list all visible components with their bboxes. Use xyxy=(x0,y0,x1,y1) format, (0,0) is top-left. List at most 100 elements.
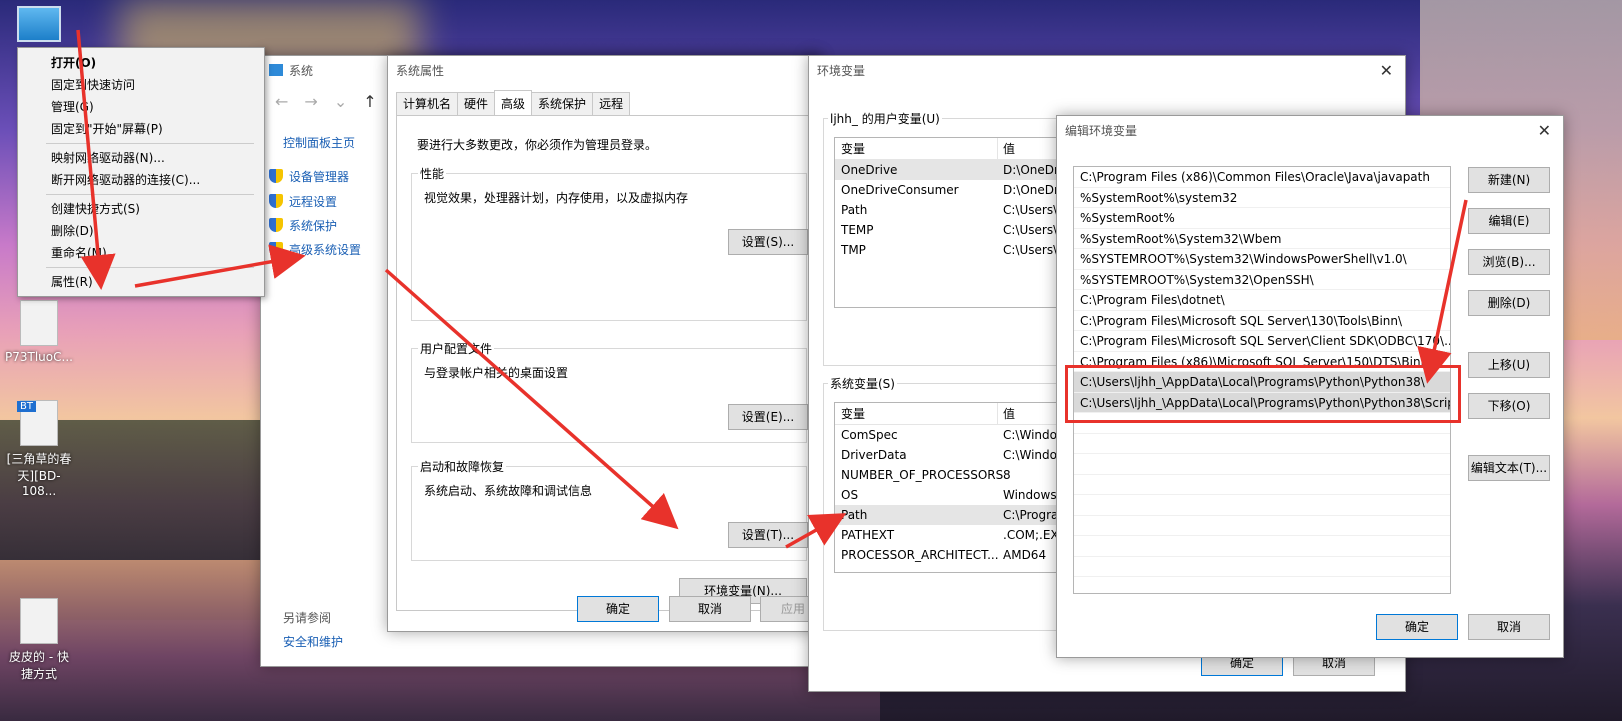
edit-text-button[interactable]: 编辑文本(T)... xyxy=(1468,455,1550,481)
variable-row[interactable]: ComSpec C:\Windo xyxy=(835,425,1063,445)
context-menu-item[interactable]: 删除(D) xyxy=(18,220,264,242)
path-entry-empty[interactable] xyxy=(1074,516,1450,536)
path-entry-empty[interactable] xyxy=(1074,577,1450,593)
desktop-shortcut-icon[interactable]: 皮皮的 - 快捷方式 xyxy=(4,598,74,682)
delete-entry-button[interactable]: 删除(D) xyxy=(1468,290,1550,316)
variable-row[interactable]: OS Windows_ xyxy=(835,485,1063,505)
user-profile-settings-button[interactable]: 设置(E)... xyxy=(728,404,808,430)
move-down-button[interactable]: 下移(O) xyxy=(1468,393,1550,419)
context-menu-item[interactable]: 属性(R) xyxy=(18,271,264,293)
path-entry-empty[interactable] xyxy=(1074,454,1450,475)
shield-icon xyxy=(269,218,283,232)
edit-ok-button[interactable]: 确定 xyxy=(1376,614,1458,640)
system-protection-link[interactable]: 系统保护 xyxy=(269,217,337,234)
desktop-file-icon[interactable]: P73TluoC... xyxy=(4,300,74,364)
system-properties-cancel-button[interactable]: 取消 xyxy=(669,596,751,622)
variable-row[interactable]: OneDriveConsumer D:\OneDr xyxy=(835,180,1063,200)
path-entry[interactable]: %SYSTEMROOT%\System32\OpenSSH\ xyxy=(1074,270,1450,290)
variable-name: DriverData xyxy=(841,448,907,462)
context-menu-item[interactable]: 断开网络驱动器的连接(C)... xyxy=(18,169,264,191)
tab-system-protection[interactable]: 系统保护 xyxy=(531,92,594,116)
browse-button[interactable]: 浏览(B)... xyxy=(1468,249,1550,275)
column-value[interactable]: 值 xyxy=(1003,138,1015,160)
admin-note: 要进行大多数更改，你必须作为管理员登录。 xyxy=(417,138,658,152)
context-menu-item[interactable]: 固定到快速访问 xyxy=(18,74,264,96)
tab-remote[interactable]: 远程 xyxy=(592,92,631,116)
security-maintenance-link[interactable]: 安全和维护 xyxy=(283,633,343,650)
path-entry[interactable]: %SYSTEMROOT%\System32\WindowsPowerShell\… xyxy=(1074,249,1450,270)
system-properties-ok-button[interactable]: 确定 xyxy=(577,596,659,622)
edit-cancel-button[interactable]: 取消 xyxy=(1468,614,1550,640)
performance-desc: 视觉效果，处理器计划，内存使用，以及虚拟内存 xyxy=(424,191,689,205)
path-entry[interactable]: C:\Program Files\dotnet\ xyxy=(1074,290,1450,311)
path-entry-empty[interactable] xyxy=(1074,434,1450,454)
tab-hardware[interactable]: 硬件 xyxy=(457,92,496,116)
remote-settings-link[interactable]: 远程设置 xyxy=(269,193,337,210)
environment-variables-title: 环境变量 xyxy=(817,64,866,78)
tab-strip: 计算机名 硬件 高级 系统保护 远程 xyxy=(396,90,631,116)
variable-name: NUMBER_OF_PROCESSORS xyxy=(841,468,1004,482)
variable-row[interactable]: OneDrive D:\OneDr xyxy=(835,160,1063,180)
desktop-torrent-icon[interactable]: BT [三角草的春天][BD-108... xyxy=(4,400,74,498)
close-icon[interactable]: ✕ xyxy=(1538,116,1551,146)
path-entry-empty[interactable] xyxy=(1074,536,1450,557)
path-entry[interactable]: %SystemRoot%\system32 xyxy=(1074,188,1450,208)
performance-settings-button[interactable]: 设置(S)... xyxy=(728,229,808,255)
highlight-box xyxy=(1065,365,1461,423)
environment-variables-titlebar: 环境变量 ✕ xyxy=(809,56,1405,86)
variable-row[interactable]: TMP C:\Users\ xyxy=(835,240,1063,260)
new-entry-button[interactable]: 新建(N) xyxy=(1468,167,1550,193)
variable-row[interactable]: Path C:\Users\ xyxy=(835,200,1063,220)
user-variables-list[interactable]: 变量 值 OneDrive D:\OneDr OneDriveConsumer D:\… xyxy=(834,137,1064,308)
path-entry-empty[interactable] xyxy=(1074,557,1450,577)
tab-advanced[interactable]: 高级 xyxy=(494,90,533,115)
nav-arrows[interactable]: ←→⌄↑ xyxy=(275,92,393,111)
path-entry[interactable]: C:\Program Files\Microsoft SQL Server\Cl… xyxy=(1074,331,1450,352)
context-menu-item[interactable]: 管理(G) xyxy=(18,96,264,118)
tab-computer-name[interactable]: 计算机名 xyxy=(396,92,459,116)
variable-row[interactable]: NUMBER_OF_PROCESSORS 8 xyxy=(835,465,1063,485)
device-manager-label: 设备管理器 xyxy=(289,170,350,184)
column-variable[interactable]: 变量 xyxy=(841,138,865,160)
advanced-system-settings-link[interactable]: 高级系统设置 xyxy=(269,241,361,258)
context-menu-item[interactable]: 重命名(M) xyxy=(18,242,264,264)
variable-name: Path xyxy=(841,508,868,522)
column-variable[interactable]: 变量 xyxy=(841,403,865,425)
variable-row[interactable]: TEMP C:\Users\ xyxy=(835,220,1063,240)
variable-row[interactable]: PROCESSOR_ARCHITECT... AMD64 xyxy=(835,545,1063,565)
system-title: 系统 xyxy=(289,64,314,78)
variable-row[interactable]: DriverData C:\Windo xyxy=(835,445,1063,465)
user-profile-group: 用户配置文件 与登录帐户相关的桌面设置 设置(E)... xyxy=(411,340,808,443)
desktop-torrent-label: [三角草的春天][BD-108... xyxy=(6,452,72,498)
path-entry[interactable]: %SystemRoot% xyxy=(1074,208,1450,229)
move-up-button[interactable]: 上移(U) xyxy=(1468,352,1550,378)
path-entry[interactable]: C:\Program Files\Microsoft SQL Server\13… xyxy=(1074,311,1450,331)
path-entry[interactable]: %SystemRoot%\System32\Wbem xyxy=(1074,229,1450,249)
column-value[interactable]: 值 xyxy=(1003,403,1015,425)
path-entry-empty[interactable] xyxy=(1074,495,1450,516)
context-menu-item[interactable]: 创建快捷方式(S) xyxy=(18,198,264,220)
path-entry-empty[interactable] xyxy=(1074,475,1450,495)
startup-recovery-title: 启动和故障恢复 xyxy=(418,458,507,475)
edit-entry-button[interactable]: 编辑(E) xyxy=(1468,208,1550,234)
this-pc-desktop-icon[interactable] xyxy=(4,6,74,42)
system-variables-list[interactable]: 变量 值 ComSpec C:\Windo DriverData C:\Windo NU… xyxy=(834,402,1064,573)
variable-name: TMP xyxy=(841,243,866,257)
variable-row[interactable]: PATHEXT .COM;.EX xyxy=(835,525,1063,545)
shield-icon xyxy=(269,194,283,208)
system-properties-titlebar: 系统属性 xyxy=(388,56,819,86)
context-menu-item[interactable]: 打开(O) xyxy=(18,52,264,74)
device-manager-link[interactable]: 设备管理器 xyxy=(269,168,349,185)
control-panel-home-link[interactable]: 控制面板主页 xyxy=(283,134,355,151)
variable-row[interactable]: Path C:\Progra xyxy=(835,505,1063,525)
close-icon[interactable]: ✕ xyxy=(1380,56,1393,86)
variable-name: TEMP xyxy=(841,223,874,237)
path-entry[interactable]: C:\Program Files (x86)\Common Files\Orac… xyxy=(1074,167,1450,188)
variable-value: C:\Progra xyxy=(1003,508,1059,522)
variable-value: C:\Users\ xyxy=(1003,243,1058,257)
startup-recovery-desc: 系统启动、系统故障和调试信息 xyxy=(424,484,593,498)
context-menu-item[interactable]: 固定到"开始"屏幕(P) xyxy=(18,118,264,140)
startup-settings-button[interactable]: 设置(T)... xyxy=(728,522,808,548)
context-menu-item[interactable]: 映射网络驱动器(N)... xyxy=(18,147,264,169)
variable-value: D:\OneDr xyxy=(1003,183,1059,197)
